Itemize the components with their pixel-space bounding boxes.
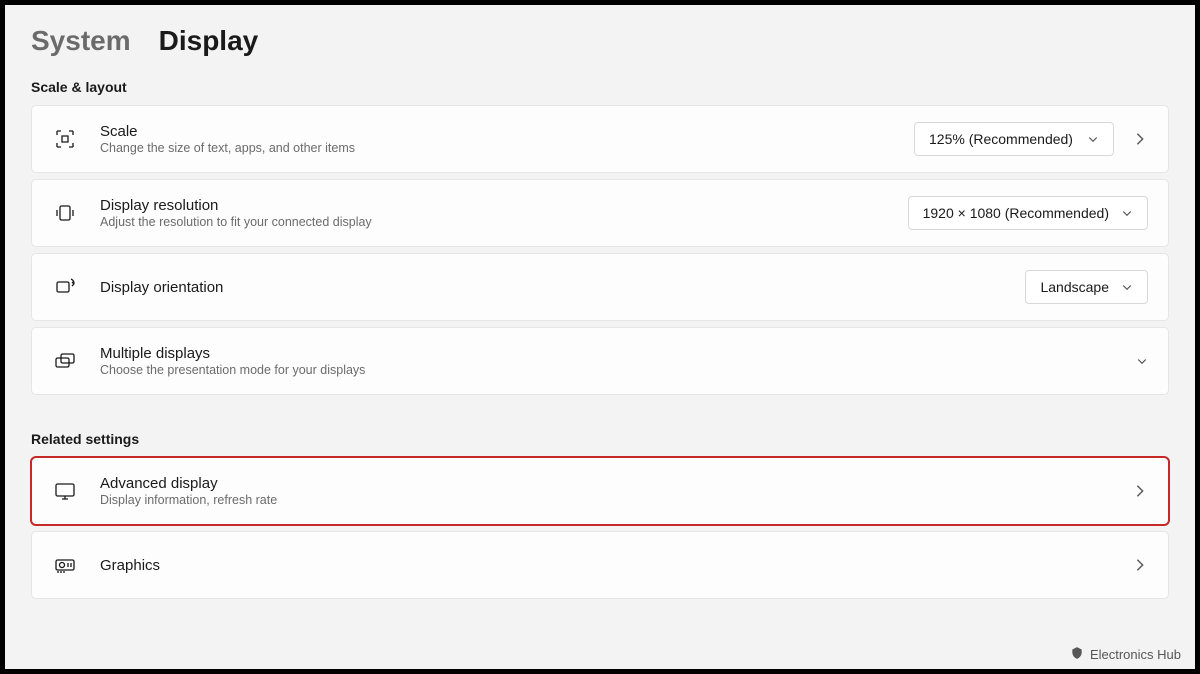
resolution-dropdown-value: 1920 × 1080 (Recommended) [923, 205, 1109, 221]
setting-resolution-text: Display resolution Adjust the resolution… [100, 197, 886, 229]
setting-orientation-text: Display orientation [100, 279, 1003, 296]
chevron-down-icon [1136, 355, 1148, 367]
setting-multiple-displays-subtitle: Choose the presentation mode for your di… [100, 363, 1114, 377]
setting-scale-title: Scale [100, 123, 892, 140]
section-scale-layout-label: Scale & layout [31, 79, 1169, 95]
monitor-icon [52, 478, 78, 504]
setting-advanced-display-text: Advanced display Display information, re… [100, 475, 1110, 507]
setting-resolution-title: Display resolution [100, 197, 886, 214]
breadcrumb-system[interactable]: System [31, 25, 131, 57]
setting-graphics-text: Graphics [100, 557, 1110, 574]
resolution-dropdown[interactable]: 1920 × 1080 (Recommended) [908, 196, 1148, 230]
orientation-icon [52, 274, 78, 300]
setting-orientation-right: Landscape [1025, 270, 1148, 304]
resolution-icon [52, 200, 78, 226]
setting-scale-text: Scale Change the size of text, apps, and… [100, 123, 892, 155]
section-related-label: Related settings [31, 431, 1169, 447]
setting-graphics-right [1132, 557, 1148, 573]
watermark-text: Electronics Hub [1090, 647, 1181, 662]
setting-advanced-display[interactable]: Advanced display Display information, re… [31, 457, 1169, 525]
setting-multiple-displays-title: Multiple displays [100, 345, 1114, 362]
orientation-dropdown[interactable]: Landscape [1025, 270, 1148, 304]
scale-dropdown-value: 125% (Recommended) [929, 131, 1075, 147]
setting-resolution-subtitle: Adjust the resolution to fit your connec… [100, 215, 886, 229]
multiple-displays-icon [52, 348, 78, 374]
shield-icon [1070, 646, 1084, 663]
orientation-dropdown-value: Landscape [1040, 279, 1109, 295]
chevron-down-icon [1087, 133, 1099, 145]
setting-scale-subtitle: Change the size of text, apps, and other… [100, 141, 892, 155]
setting-orientation-title: Display orientation [100, 279, 1003, 296]
graphics-card-icon [52, 552, 78, 578]
setting-multiple-displays-text: Multiple displays Choose the presentatio… [100, 345, 1114, 377]
setting-advanced-display-title: Advanced display [100, 475, 1110, 492]
chevron-right-icon [1132, 131, 1148, 147]
setting-orientation[interactable]: Display orientation Landscape [31, 253, 1169, 321]
setting-resolution-right: 1920 × 1080 (Recommended) [908, 196, 1148, 230]
chevron-down-icon [1121, 207, 1133, 219]
setting-multiple-displays-right [1136, 355, 1148, 367]
setting-scale-right: 125% (Recommended) [914, 122, 1148, 156]
setting-advanced-display-subtitle: Display information, refresh rate [100, 493, 1110, 507]
scale-dropdown[interactable]: 125% (Recommended) [914, 122, 1114, 156]
setting-graphics-title: Graphics [100, 557, 1110, 574]
setting-advanced-display-right [1132, 483, 1148, 499]
setting-resolution[interactable]: Display resolution Adjust the resolution… [31, 179, 1169, 247]
chevron-down-icon [1121, 281, 1133, 293]
chevron-right-icon [1132, 483, 1148, 499]
setting-multiple-displays[interactable]: Multiple displays Choose the presentatio… [31, 327, 1169, 395]
watermark: Electronics Hub [1070, 646, 1181, 663]
scale-icon [52, 126, 78, 152]
setting-scale[interactable]: Scale Change the size of text, apps, and… [31, 105, 1169, 173]
setting-graphics[interactable]: Graphics [31, 531, 1169, 599]
breadcrumb: System Display [31, 25, 1169, 57]
breadcrumb-display: Display [159, 25, 259, 57]
settings-display-panel: System Display Scale & layout Scale Chan… [5, 5, 1195, 669]
chevron-right-icon [1132, 557, 1148, 573]
